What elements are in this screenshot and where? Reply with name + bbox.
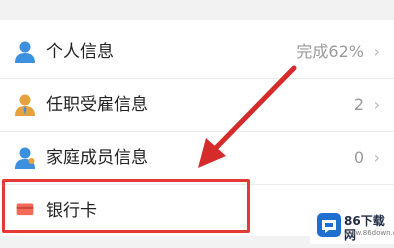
arrow-shaft — [209, 65, 297, 155]
bank-card-highlight-box — [2, 179, 250, 233]
watermark-logo-icon — [317, 213, 341, 237]
watermark: 86下载网 www.86down.com — [310, 208, 394, 244]
watermark-url: www.86down.com — [344, 229, 394, 237]
